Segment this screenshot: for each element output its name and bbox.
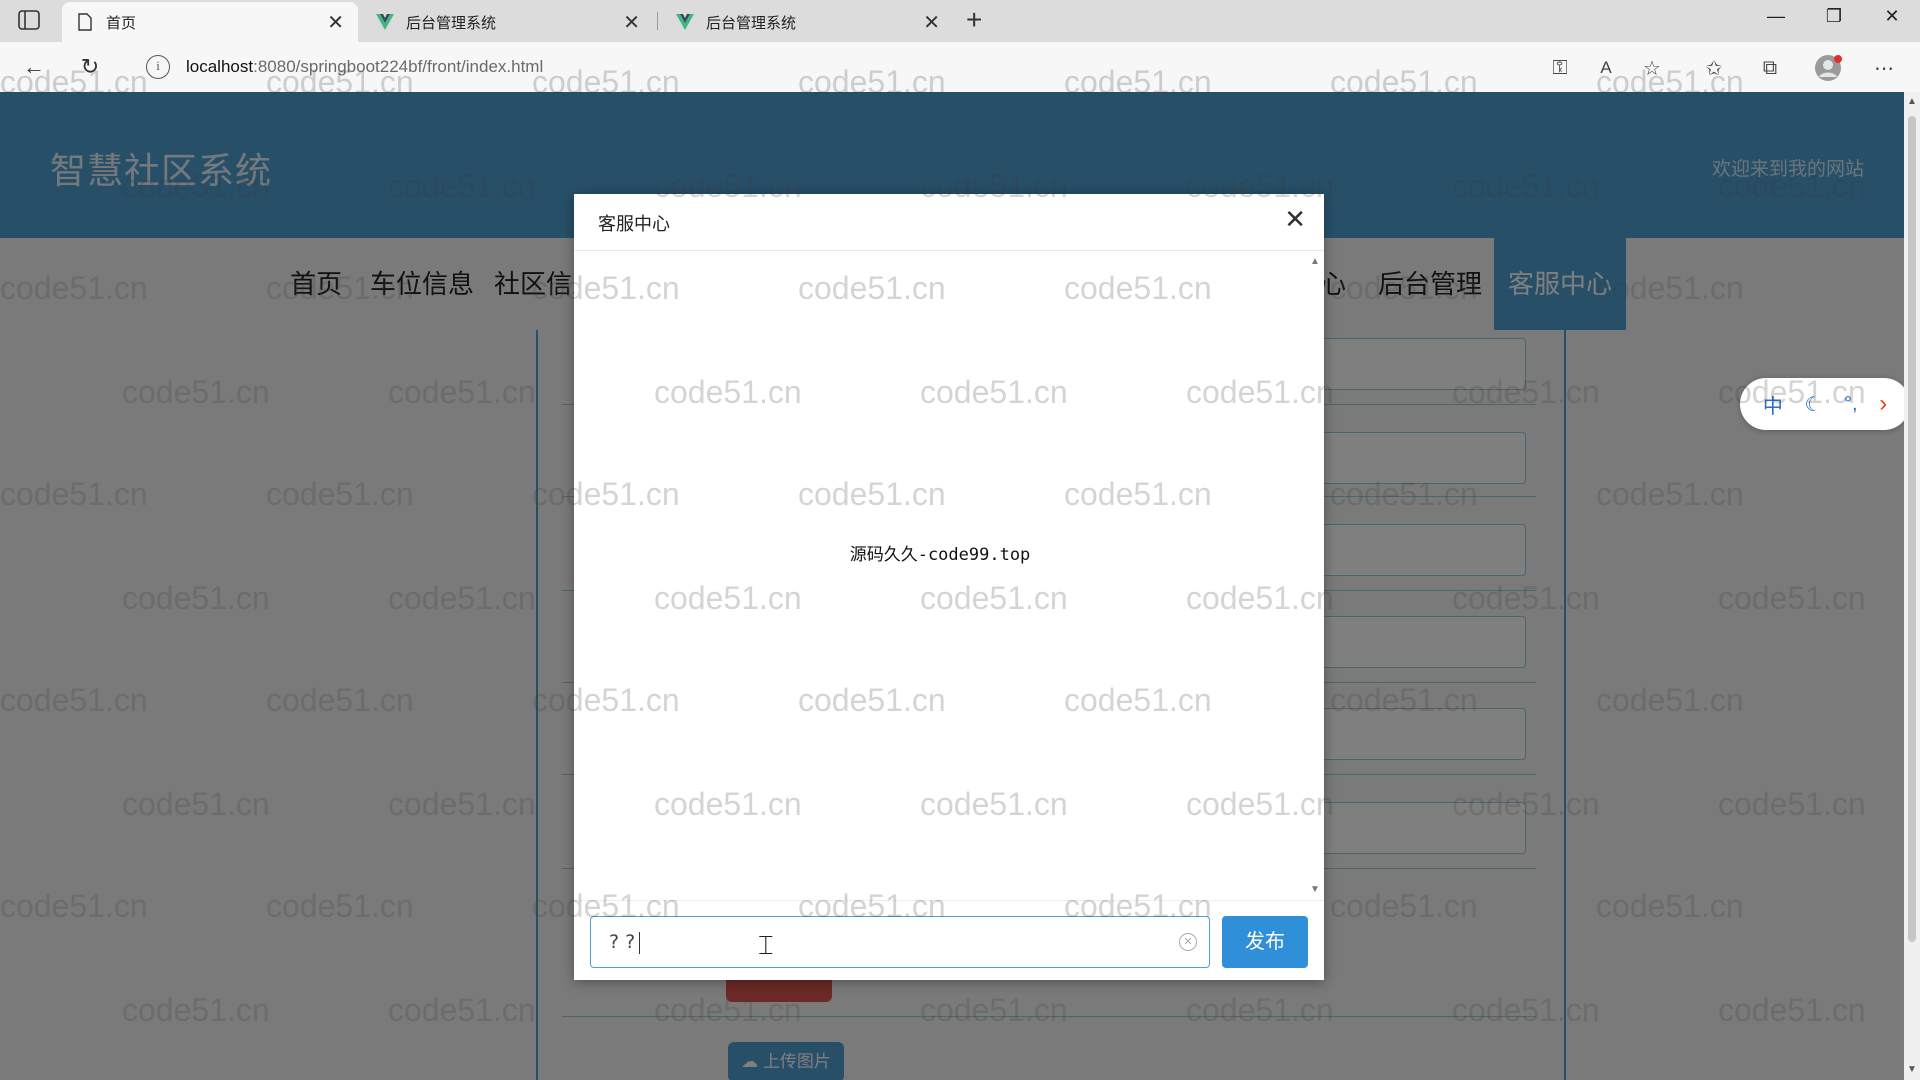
url-path: :8080/springboot224bf/front/index.html (253, 57, 544, 76)
vue-logo-icon (676, 13, 694, 31)
page-scrollbar[interactable]: ▲ ▼ (1904, 92, 1920, 1080)
tab-title: 首页 (106, 14, 137, 32)
chat-input[interactable]: ? ? ✕ (590, 916, 1210, 968)
window-close-icon[interactable]: ✕ (1872, 6, 1912, 27)
vue-logo-icon (376, 13, 394, 31)
back-icon[interactable]: ← (18, 52, 50, 82)
text-caret (639, 931, 641, 954)
tab-title: 后台管理系统 (706, 14, 797, 32)
scroll-down-icon[interactable]: ▼ (1907, 1064, 1917, 1075)
browser-tab-strip: 首页 ✕ 后台管理系统 ✕ 后台管理系统 ✕ + — ❐ ✕ (0, 0, 1920, 42)
more-menu-icon[interactable]: ⋯ (1870, 54, 1898, 82)
read-aloud-icon[interactable]: A (1592, 54, 1620, 82)
collections-icon[interactable]: ⧉ (1756, 54, 1784, 82)
close-icon[interactable]: ✕ (1284, 206, 1306, 232)
chat-message: 源码久久-code99.top (849, 545, 1031, 565)
close-icon[interactable]: ✕ (623, 10, 640, 35)
favorites-icon[interactable]: ✩ (1700, 54, 1728, 82)
ime-widget[interactable]: 中 ☾ °, › (1740, 378, 1910, 430)
chinese-mode-icon[interactable]: 中 (1763, 390, 1783, 419)
chat-scrollbar[interactable]: ▲ ▼ (1306, 250, 1324, 900)
chat-messages: 源码久久-code99.top (574, 250, 1306, 900)
add-favorite-icon[interactable]: ☆ (1638, 54, 1666, 82)
scroll-down-icon[interactable]: ▼ (1310, 884, 1320, 895)
tab-home[interactable]: 首页 ✕ (62, 2, 358, 42)
site-info-icon[interactable]: i (146, 55, 170, 79)
scrollbar-thumb[interactable] (1908, 116, 1916, 942)
text-cursor-icon: ⌶ (758, 930, 774, 960)
close-icon[interactable]: ✕ (923, 10, 940, 35)
tab-admin-1[interactable]: 后台管理系统 ✕ (362, 2, 654, 42)
chat-input-value: ? ? (609, 931, 636, 953)
chevron-right-icon[interactable]: › (1879, 390, 1887, 418)
address-bar[interactable]: i localhost:8080/springboot224bf/front/i… (136, 48, 1536, 86)
dialog-header: 客服中心 ✕ (574, 194, 1324, 251)
url-host: localhost (186, 57, 254, 76)
page-icon (76, 13, 94, 31)
tab-actions-icon[interactable] (18, 10, 40, 30)
restore-icon[interactable]: ❐ (1814, 6, 1854, 27)
punctuation-icon[interactable]: °, (1844, 393, 1858, 416)
moon-icon[interactable]: ☾ (1804, 392, 1822, 417)
scroll-up-icon[interactable]: ▲ (1907, 96, 1917, 107)
reload-icon[interactable]: ↻ (74, 52, 106, 82)
password-key-icon[interactable]: ⚿ (1546, 54, 1574, 82)
clear-icon[interactable]: ✕ (1179, 933, 1197, 951)
publish-button[interactable]: 发布 (1222, 916, 1308, 968)
new-tab-icon[interactable]: + (966, 5, 982, 35)
tab-separator (657, 12, 658, 30)
tab-admin-2[interactable]: 后台管理系统 ✕ (662, 2, 954, 42)
minimize-icon[interactable]: — (1756, 6, 1796, 27)
scroll-up-icon[interactable]: ▲ (1310, 256, 1320, 267)
customer-service-dialog: 客服中心 ✕ 源码久久-code99.top ▲ ▼ ? ? ✕ 发布 (574, 194, 1324, 980)
tab-title: 后台管理系统 (406, 14, 497, 32)
browser-toolbar: ← ↻ i localhost:8080/springboot224bf/fro… (0, 42, 1920, 93)
dialog-title: 客服中心 (598, 214, 670, 234)
dialog-divider (574, 900, 1324, 901)
close-icon[interactable]: ✕ (327, 10, 344, 35)
profile-avatar[interactable] (1814, 54, 1842, 82)
